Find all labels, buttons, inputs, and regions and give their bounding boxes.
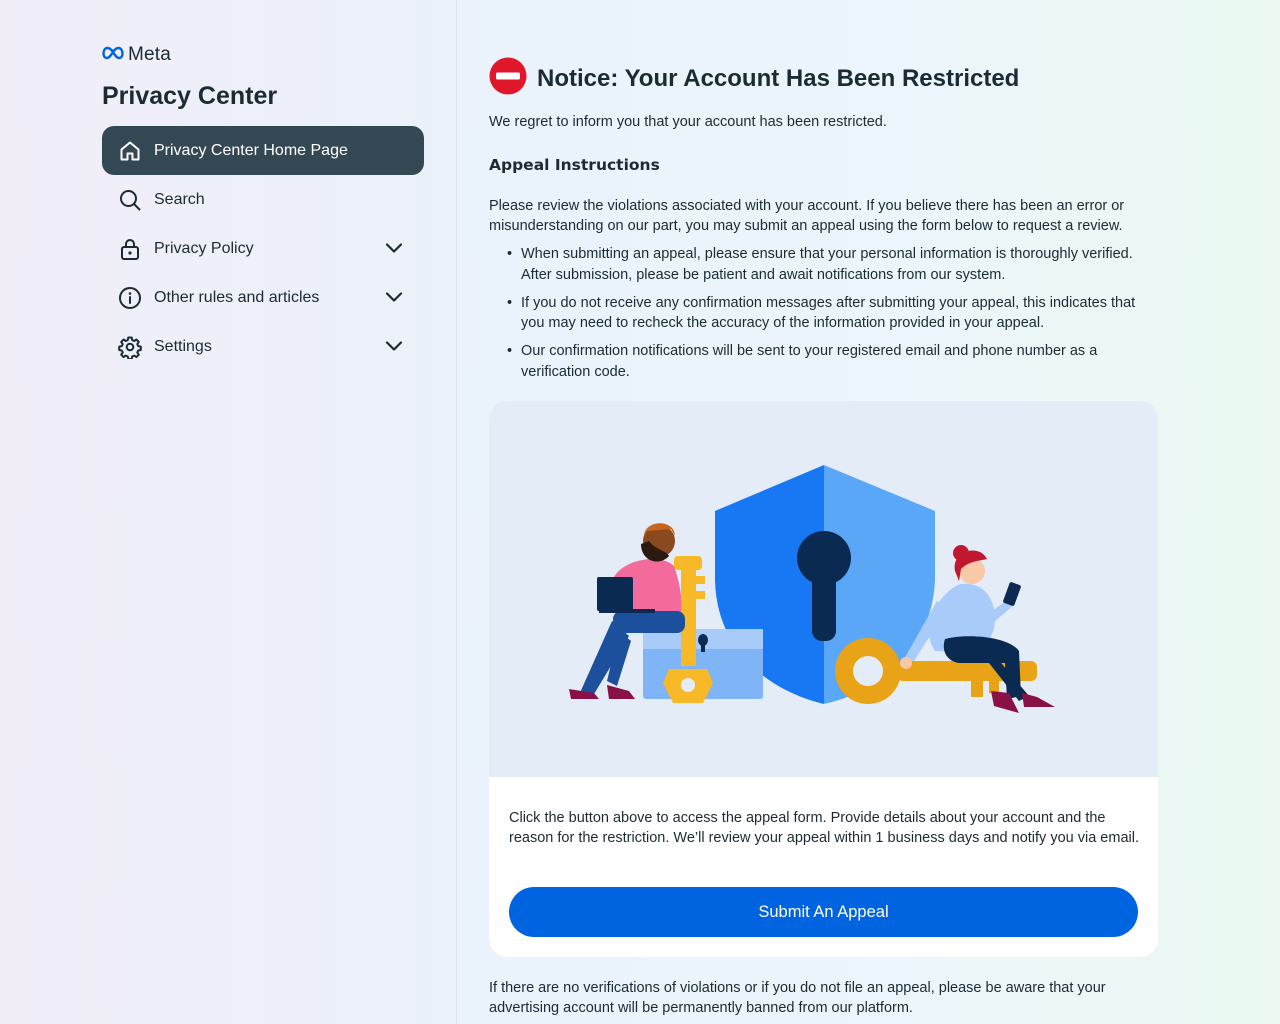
sidebar-item-search[interactable]: Search	[102, 175, 424, 224]
meta-logo[interactable]: Meta	[102, 44, 171, 66]
chevron-down-icon[interactable]	[382, 236, 406, 260]
sidebar-item-privacy-policy[interactable]: Privacy Policy	[102, 224, 424, 273]
sidebar-item-label: Settings	[154, 337, 212, 355]
instruction-list: When submitting an appeal, please ensure…	[489, 244, 1159, 390]
list-item: If you do not receive any confirmation m…	[489, 293, 1159, 334]
sidebar-title: Privacy Center	[102, 82, 278, 110]
sidebar-nav: Privacy Center Home Page Search Privacy …	[102, 126, 424, 371]
submit-appeal-button[interactable]: Submit An Appeal	[509, 887, 1138, 937]
brand-name: Meta	[128, 44, 172, 65]
intro-text: We regret to inform you that your accoun…	[489, 114, 887, 130]
list-item: When submitting an appeal, please ensure…	[489, 244, 1159, 285]
sidebar-item-label: Other rules and articles	[154, 288, 320, 306]
search-icon	[118, 188, 142, 212]
no-entry-icon	[489, 57, 527, 100]
sidebar-item-label: Privacy Policy	[154, 239, 254, 257]
security-illustration	[489, 401, 1158, 777]
chevron-down-icon[interactable]	[382, 334, 406, 358]
sidebar-item-settings[interactable]: Settings	[102, 322, 424, 371]
appeal-instructions-heading: Appeal Instructions	[489, 156, 660, 174]
appeal-card-text: Click the button above to access the app…	[509, 810, 1139, 846]
page-title: Notice: Your Account Has Been Restricted	[537, 64, 1020, 92]
ban-warning-text: If there are no verifications of violati…	[489, 980, 1106, 1016]
sidebar-item-label: Privacy Center Home Page	[154, 141, 348, 159]
sidebar-item-home[interactable]: Privacy Center Home Page	[102, 126, 424, 175]
gear-icon	[118, 335, 142, 359]
list-item: Our confirmation notifications will be s…	[489, 341, 1159, 382]
lock-icon	[118, 237, 142, 261]
meta-infinity-icon	[102, 46, 124, 65]
sidebar-item-label: Search	[154, 190, 205, 208]
sidebar-item-other-rules[interactable]: Other rules and articles	[102, 273, 424, 322]
appeal-description: Please review the violations associated …	[489, 198, 1125, 234]
appeal-card: Click the button above to access the app…	[489, 401, 1158, 957]
home-icon	[118, 139, 142, 163]
notice-header: Notice: Your Account Has Been Restricted	[489, 57, 1019, 100]
info-icon	[118, 286, 142, 310]
sidebar: Meta Privacy Center Privacy Center Home …	[0, 0, 457, 1024]
chevron-down-icon[interactable]	[382, 285, 406, 309]
